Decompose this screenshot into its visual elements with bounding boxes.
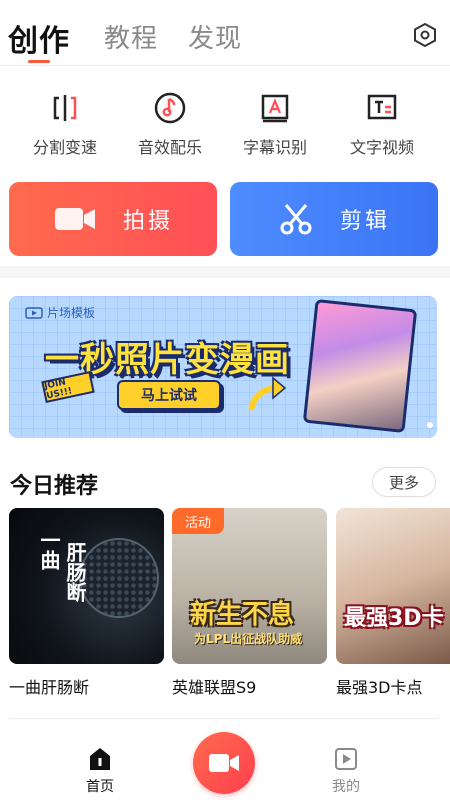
edit-label: 剪辑 [339,209,390,234]
tab-active-indicator [28,60,50,63]
scissors-icon [280,204,312,235]
play-square-icon [335,748,357,770]
microphone-image [79,538,159,618]
tool-text-video[interactable]: 文字视频 [327,82,437,158]
tool-split-speed[interactable]: 分割变速 [10,82,120,158]
recommend-card[interactable]: 活动 新生不息 为LPL出征战队助威 英雄联盟S9 [172,508,327,698]
banner-tag: 片场模板 [25,304,95,321]
banner-cta-button[interactable]: 马上试试 [117,380,221,410]
nav-home[interactable]: 首页 [60,746,140,796]
top-tab-bar: 创作 教程 发现 [0,0,450,66]
video-camera-icon [54,208,95,230]
cover-subtext: 为LPL出征战队助威 [194,632,303,646]
card-title: 一曲肝肠断 [9,678,90,697]
cover-text: 肝肠断 [63,542,87,602]
recommend-card[interactable]: 最强3D卡 最强3D卡点 [336,508,450,698]
banner-photo-card [302,299,418,433]
more-button[interactable]: 更多 [372,467,436,497]
split-speed-icon [53,95,77,121]
home-icon [90,748,110,770]
tool-subtitle-recognition[interactable]: 字幕识别 [220,82,330,158]
bottom-nav-bar: 首页 我的 [0,732,450,800]
card-title: 英雄联盟S9 [172,678,257,697]
card-thumbnail: 最强3D卡 [336,508,450,664]
subtitle-a-icon [261,94,289,123]
curved-arrow-icon [248,376,287,411]
tool-label: 文字视频 [349,138,414,157]
cover-text: 一曲 [37,530,61,570]
section-title: 今日推荐 [10,474,99,499]
card-thumbnail: 一曲 肝肠断 [9,508,164,664]
carousel-indicator [427,422,433,428]
tab-create[interactable]: 创作 [8,16,70,60]
tab-discover[interactable]: 发现 [188,18,242,55]
recommend-card[interactable]: 一曲 肝肠断 一曲肝肠断 [9,508,164,698]
tool-label: 音效配乐 [137,138,202,157]
edit-button[interactable]: 剪辑 [230,182,438,256]
nav-mine[interactable]: 我的 [306,746,386,796]
tool-sound-music[interactable]: 音效配乐 [115,82,225,158]
shoot-label: 拍摄 [122,209,173,234]
cover-text: 最强3D卡 [344,606,444,631]
card-thumbnail: 活动 新生不息 为LPL出征战队助威 [172,508,327,664]
activity-badge: 活动 [172,508,224,534]
template-film-icon [25,306,43,319]
nav-home-label: 首页 [86,779,114,795]
nav-mine-label: 我的 [332,779,360,795]
tool-label: 分割变速 [32,138,97,157]
music-note-icon [154,92,186,124]
section-divider [0,266,450,278]
content-divider [10,718,438,719]
video-camera-icon [209,754,239,772]
text-video-icon [367,94,397,120]
banner-tag-text: 片场模板 [47,306,96,320]
promo-banner[interactable]: 片场模板 一秒照片变漫画 JOIN US!!! 马上试试 [9,296,437,438]
tab-tutorial[interactable]: 教程 [104,18,158,55]
card-title: 最强3D卡点 [336,678,423,697]
quick-tools-row: 分割变速 音效配乐 字幕识别 文字视频 [0,82,450,162]
shoot-button[interactable]: 拍摄 [9,182,217,256]
record-button[interactable] [193,732,255,794]
cover-text: 新生不息 [190,600,295,630]
settings-hexagon-icon[interactable] [412,22,438,48]
tool-label: 字幕识别 [242,138,307,157]
